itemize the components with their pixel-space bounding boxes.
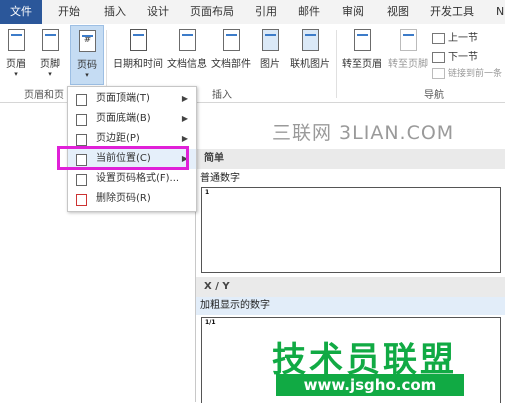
- page-margin-icon: [76, 134, 87, 146]
- tab-mailings[interactable]: 邮件: [298, 0, 320, 24]
- menu-item-remove-page-numbers[interactable]: 删除页码(R): [68, 189, 196, 209]
- tab-insert[interactable]: 插入: [104, 0, 126, 24]
- tab-more[interactable]: N: [496, 0, 504, 24]
- calendar-icon: [127, 28, 149, 52]
- tab-design[interactable]: 设计: [147, 0, 169, 24]
- doc-info-button[interactable]: 文档信息: [166, 28, 208, 70]
- chevron-right-icon: ▶: [181, 114, 188, 123]
- remove-page-number-icon: [76, 194, 87, 206]
- page-top-icon: [76, 94, 87, 106]
- watermark-jsgho-url: www.jsgho.com: [276, 374, 464, 396]
- gallery-item-plain-number-label: 普通数字: [196, 170, 505, 188]
- tab-file[interactable]: 文件: [0, 0, 42, 24]
- tab-review[interactable]: 审阅: [342, 0, 364, 24]
- tab-page-layout[interactable]: 页面布局: [190, 0, 234, 24]
- menu-item-bottom-of-page[interactable]: 页面底端(B) ▶: [68, 109, 196, 129]
- footer-icon: [39, 28, 61, 52]
- gallery-item-bold-number-label: 加粗显示的数字: [196, 297, 505, 315]
- footer-button[interactable]: 页脚 ▾: [36, 28, 64, 78]
- tab-view[interactable]: 视图: [387, 0, 409, 24]
- prev-section-button[interactable]: 上一节: [432, 29, 478, 44]
- header-button[interactable]: 页眉 ▾: [2, 28, 30, 78]
- format-page-number-icon: [76, 174, 87, 186]
- goto-footer-icon: [397, 28, 419, 52]
- next-section-icon: [432, 51, 445, 63]
- gallery-section-simple-header: 简单: [196, 149, 505, 169]
- next-section-button[interactable]: 下一节: [432, 48, 478, 63]
- goto-header-icon: [351, 28, 373, 52]
- highlight-annotation-box: [57, 146, 189, 170]
- tab-references[interactable]: 引用: [255, 0, 277, 24]
- group-label-header-footer: 页眉和页: [24, 90, 64, 101]
- group-label-insert: 插入: [212, 90, 232, 101]
- goto-header-button[interactable]: 转至页眉: [340, 28, 384, 70]
- group-separator: [336, 30, 337, 98]
- tab-home[interactable]: 开始: [58, 0, 80, 24]
- menu-item-top-of-page[interactable]: 页面顶端(T) ▶: [68, 89, 196, 109]
- link-to-previous-button[interactable]: 链接到前一条: [432, 66, 502, 79]
- watermark-3lian: 三联网 3LIAN.COM: [272, 122, 455, 144]
- header-icon: [5, 28, 27, 52]
- page-number-icon: #: [76, 29, 98, 53]
- page-number-sample: 1: [205, 189, 210, 196]
- menu-item-format-page-numbers[interactable]: 设置页码格式(F)...: [68, 169, 196, 189]
- picture-icon: [259, 28, 281, 52]
- page-bottom-icon: [76, 114, 87, 126]
- chevron-right-icon: ▶: [181, 94, 188, 103]
- online-picture-button[interactable]: 联机图片: [288, 28, 332, 70]
- page-number-sample: 1/1: [205, 319, 216, 326]
- gallery-item-plain-number[interactable]: 1: [201, 187, 501, 273]
- online-picture-icon: [299, 28, 321, 52]
- gallery-section-xy-header: X / Y: [196, 277, 505, 297]
- doc-info-icon: [176, 28, 198, 52]
- prev-section-icon: [432, 32, 445, 44]
- ribbon-tab-bar: 文件 开始 插入 设计 页面布局 引用 邮件 审阅 视图 开发工具 N: [0, 0, 505, 25]
- group-label-navigation: 导航: [424, 90, 444, 101]
- page-number-button[interactable]: # 页码 ▾: [70, 25, 104, 85]
- tab-developer[interactable]: 开发工具: [430, 0, 474, 24]
- date-time-button[interactable]: 日期和时间: [110, 28, 166, 70]
- goto-footer-button[interactable]: 转至页脚: [386, 28, 430, 70]
- doc-parts-button[interactable]: 文档部件: [210, 28, 252, 70]
- link-icon: [432, 68, 445, 79]
- picture-button[interactable]: 图片: [256, 28, 284, 70]
- doc-parts-icon: [220, 28, 242, 52]
